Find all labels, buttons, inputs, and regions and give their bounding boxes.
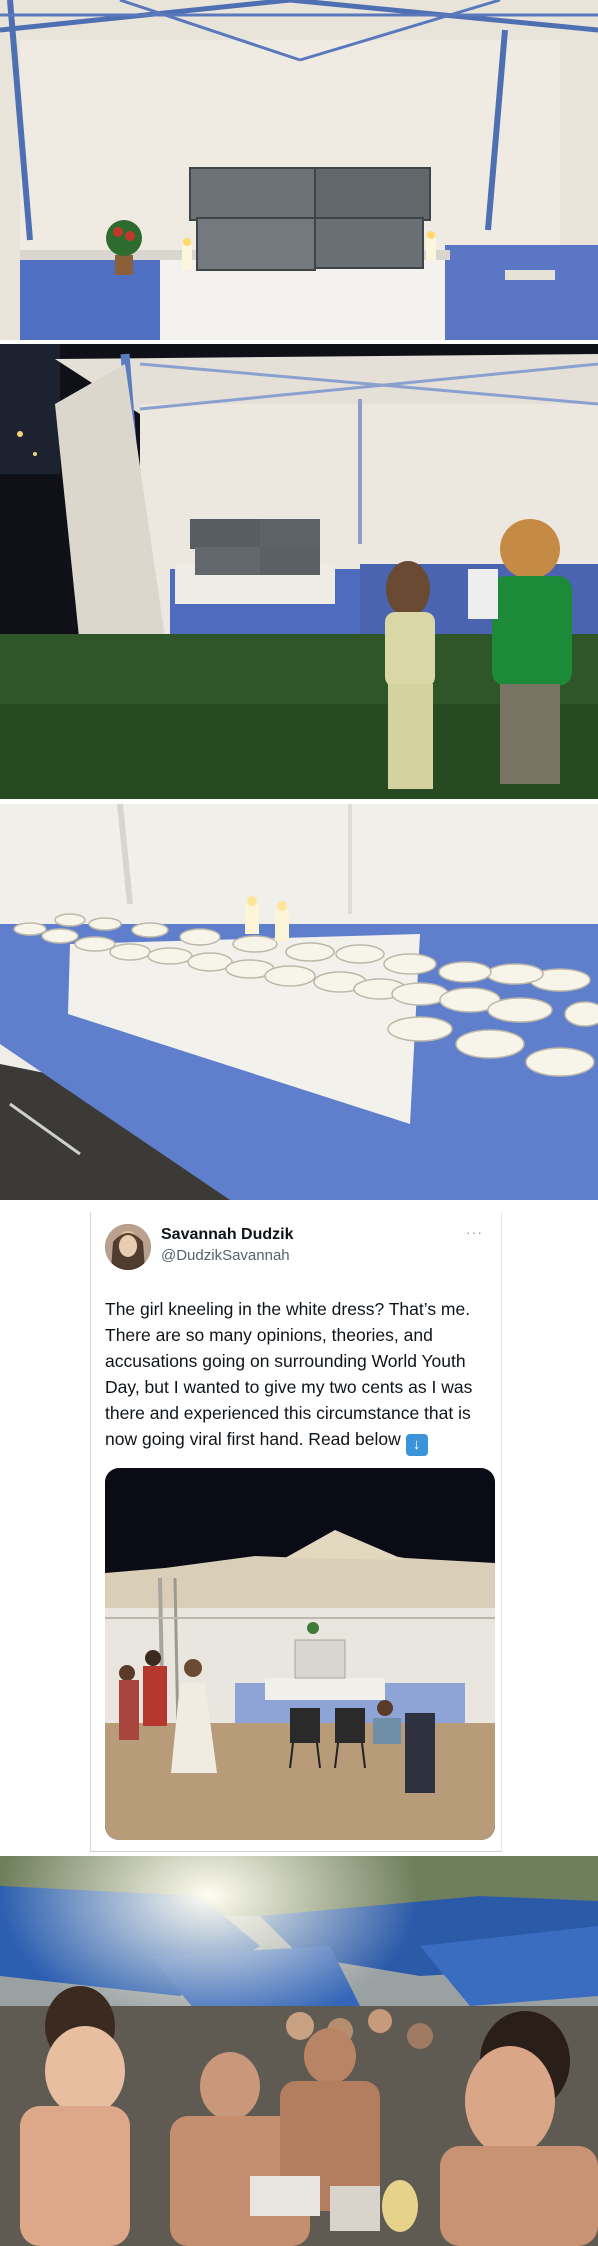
tweet-body: The girl kneeling in the white dress? Th… [105,1299,473,1449]
photo-bowls-table [0,804,598,1200]
photo-tent-visitors [0,344,598,799]
crowd-tarps-image [0,1856,598,2246]
tweet-media-image[interactable] [105,1468,495,1840]
photo-tent-boxes [0,0,598,340]
more-horizontal-icon[interactable]: ··· [466,1224,483,1240]
bowls-table-image [0,804,598,1200]
avatar[interactable] [105,1224,151,1270]
tent-boxes-image [0,0,598,340]
avatar-image [105,1224,151,1270]
tweet-photo-tent-night [105,1468,495,1840]
tweet-text: The girl kneeling in the white dress? Th… [105,1296,489,1456]
user-handle[interactable]: @DudzikSavannah [161,1247,290,1264]
display-name[interactable]: Savannah Dudzik [161,1226,293,1244]
tent-visitors-image [0,344,598,799]
down-arrow-emoji-icon: ↓ [405,1434,428,1456]
tweet-screenshot: Savannah Dudzik @DudzikSavannah ··· The … [0,1202,598,1854]
tweet-card[interactable]: Savannah Dudzik @DudzikSavannah ··· The … [90,1212,502,1852]
photo-crowd-tarps [0,1856,598,2246]
